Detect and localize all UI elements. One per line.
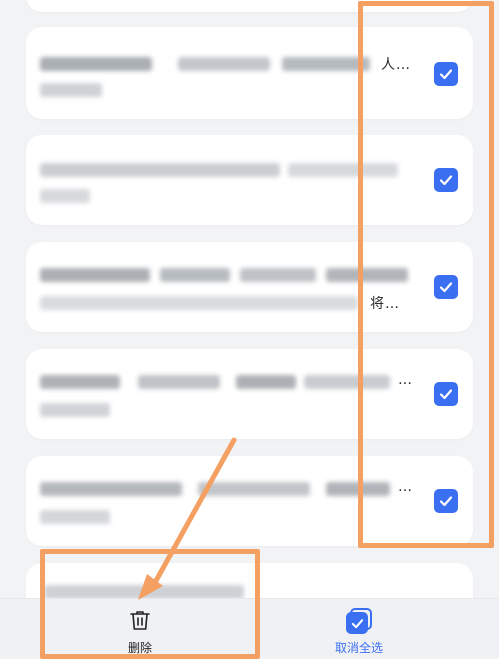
annotation-arrow bbox=[138, 437, 237, 600]
